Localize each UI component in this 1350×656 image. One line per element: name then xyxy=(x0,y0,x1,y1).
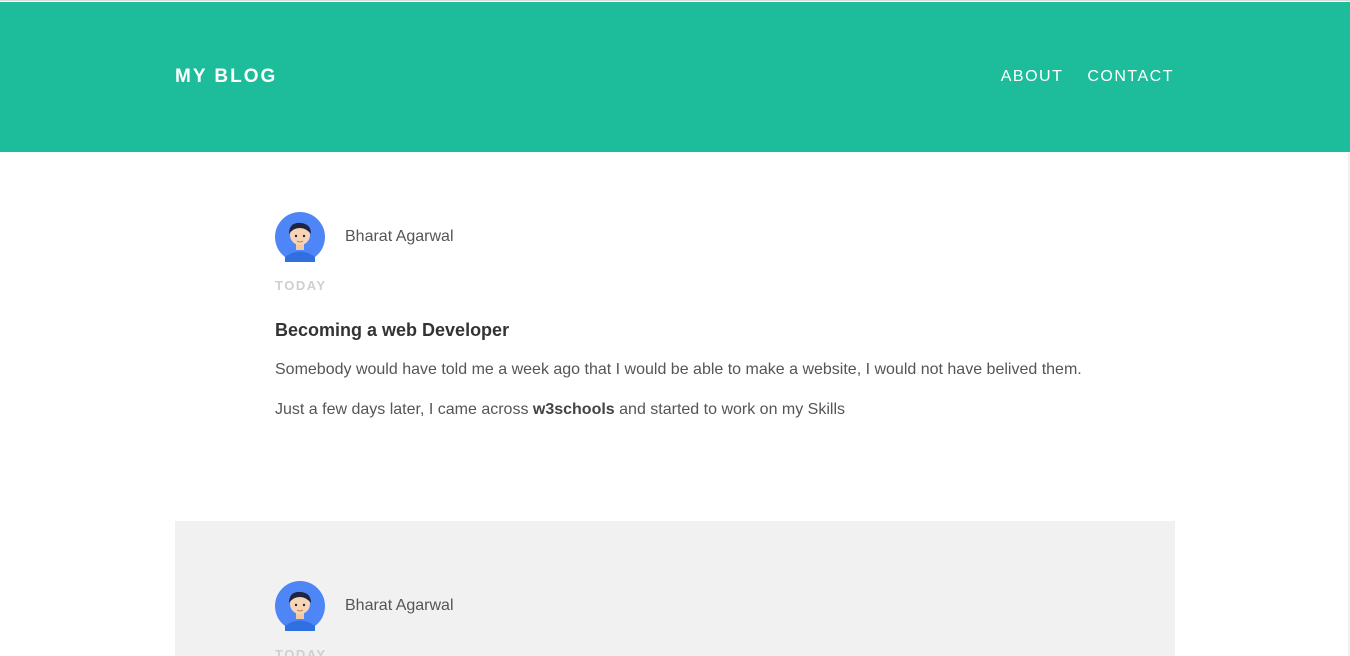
paragraph-text: Just a few days later, I came across xyxy=(275,401,533,418)
blog-post: Bharat Agarwal TODAY xyxy=(275,581,1095,656)
emphasized-site-name: w3schools xyxy=(532,401,615,418)
post-date: TODAY xyxy=(275,647,327,656)
post-paragraph: Somebody would have told me a week ago t… xyxy=(275,361,1082,378)
post-paragraph: Just a few days later, I came across w3s… xyxy=(275,398,1095,422)
author-name: Bharat Agarwal xyxy=(345,597,454,614)
user-avatar-icon xyxy=(275,581,325,631)
user-avatar-icon xyxy=(275,212,325,262)
post-title[interactable]: Becoming a web Developer xyxy=(275,318,1095,342)
site-brand[interactable]: MY BLOG xyxy=(175,65,277,89)
site-header: MY BLOG ABOUT CONTACT xyxy=(0,2,1350,152)
post-author-row: Bharat Agarwal xyxy=(275,581,1095,631)
paragraph-text: and started to work on my Skills xyxy=(614,401,846,418)
blog-post-card: Bharat Agarwal TODAY xyxy=(175,521,1175,656)
blog-post: Bharat Agarwal TODAY Becoming a web Deve… xyxy=(275,212,1095,438)
main-navigation: ABOUT CONTACT xyxy=(1001,66,1174,88)
post-date: TODAY xyxy=(275,278,327,293)
author-name: Bharat Agarwal xyxy=(345,228,454,245)
nav-link-contact[interactable]: CONTACT xyxy=(1087,66,1174,88)
post-author-row: Bharat Agarwal xyxy=(275,212,1095,262)
nav-link-about[interactable]: ABOUT xyxy=(1001,66,1064,88)
blog-page: MY BLOG ABOUT CONTACT Bharat Agarwal TOD… xyxy=(0,0,1350,656)
